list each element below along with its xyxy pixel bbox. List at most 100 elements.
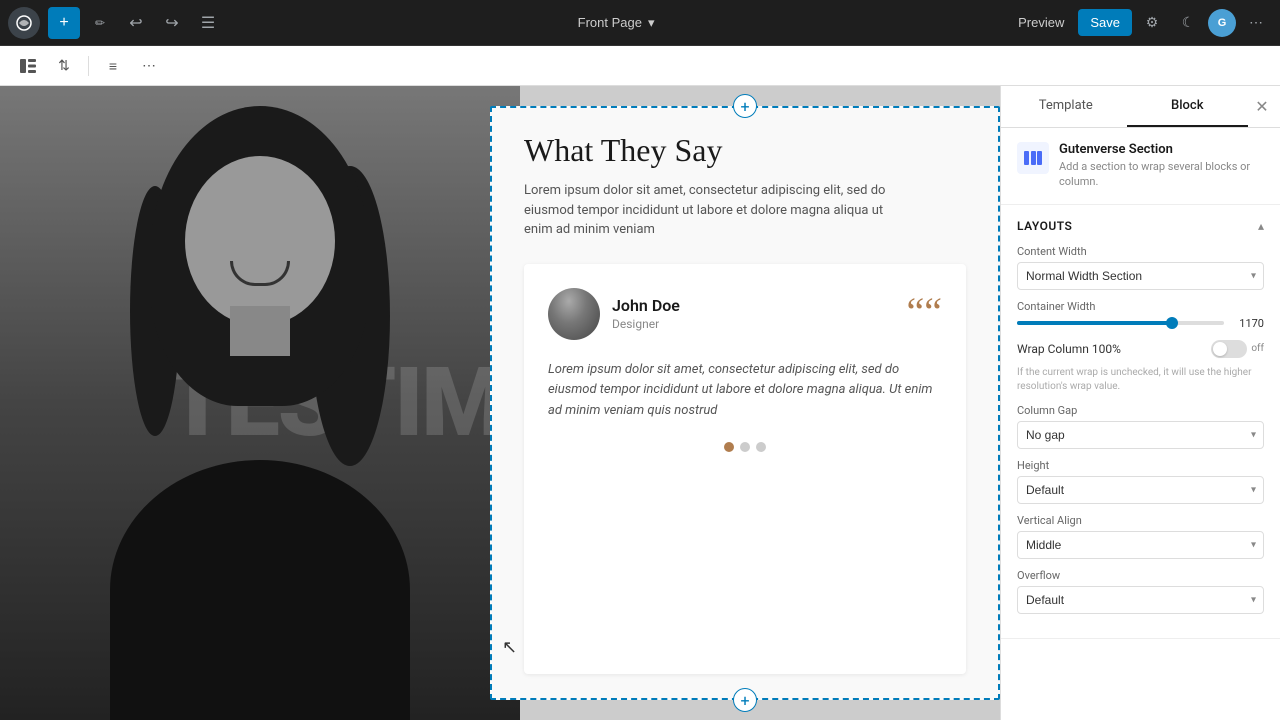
sidebar-icon xyxy=(20,59,36,73)
selected-section-block[interactable]: + What They Say Lorem ipsum dolor sit am… xyxy=(490,106,1000,700)
add-block-bottom-button[interactable]: + xyxy=(733,688,757,712)
vertical-align-select-wrap: Top Middle Bottom ▾ xyxy=(1017,531,1264,559)
plus-icon: + xyxy=(59,14,68,32)
wp-logo[interactable] xyxy=(8,7,40,39)
person-role: Designer xyxy=(612,317,680,331)
undo-icon: ↩ xyxy=(129,13,142,33)
wrap-column-track[interactable] xyxy=(1211,340,1247,358)
wrap-column-toggle[interactable]: off xyxy=(1211,340,1264,358)
top-toolbar: + ✏ ↩ ↪ ☰ Front Page ▾ Preview Save ⚙ ☾ … xyxy=(0,0,1280,46)
wrap-column-knob xyxy=(1213,342,1227,356)
container-width-value: 1170 xyxy=(1232,317,1264,330)
overflow-row: Overflow Default Hidden Visible ▾ xyxy=(1017,569,1264,614)
panel-tabs: Template Block ✕ xyxy=(1001,86,1280,128)
card-header: John Doe Designer ““ xyxy=(548,288,942,340)
block-options-button[interactable]: ⋯ xyxy=(133,50,165,82)
save-button[interactable]: Save xyxy=(1078,9,1132,36)
menu-button[interactable]: ☰ xyxy=(192,7,224,39)
content-width-select-wrap: Normal Width Section Full Width Section … xyxy=(1017,262,1264,290)
edit-icon: ✏ xyxy=(95,16,105,30)
carousel-dot-2[interactable] xyxy=(740,442,750,452)
ellipsis-icon: ⋯ xyxy=(1249,14,1263,31)
align-icon: ≡ xyxy=(109,58,117,74)
layouts-section-title: Layouts xyxy=(1017,219,1072,233)
main-layout: TESTIMONIALS + What They Say Lorem ipsum… xyxy=(0,86,1280,720)
person-silhouette xyxy=(0,86,520,720)
container-width-fill xyxy=(1017,321,1172,325)
layouts-toggle-button[interactable]: ▴ xyxy=(1258,219,1264,233)
container-width-label: Container Width xyxy=(1017,300,1264,313)
wrap-column-row: Wrap Column 100% off xyxy=(1017,340,1264,358)
canvas-area: TESTIMONIALS + What They Say Lorem ipsum… xyxy=(0,86,1000,720)
quote-icon: ““ xyxy=(906,292,942,332)
gear-icon: ⚙ xyxy=(1146,14,1159,31)
carousel-dot-3[interactable] xyxy=(756,442,766,452)
add-block-top-button[interactable]: + xyxy=(733,94,757,118)
page-selector[interactable]: Front Page ▾ xyxy=(578,15,655,31)
redo-button[interactable]: ↪ xyxy=(156,7,188,39)
panel-block-info: Gutenverse Section Add a section to wrap… xyxy=(1001,128,1280,205)
container-width-track xyxy=(1017,321,1224,325)
wrap-column-state: off xyxy=(1251,343,1264,354)
layouts-section: Layouts ▴ Content Width Normal Width Sec… xyxy=(1001,205,1280,639)
panel-body: Gutenverse Section Add a section to wrap… xyxy=(1001,128,1280,720)
block-type-description: Add a section to wrap several blocks or … xyxy=(1059,159,1264,190)
align-text-button[interactable]: ≡ xyxy=(97,50,129,82)
section-subtitle: Lorem ipsum dolor sit amet, consectetur … xyxy=(524,181,904,240)
wrap-column-label: Wrap Column 100% xyxy=(1017,342,1121,356)
redo-icon: ↪ xyxy=(165,13,178,33)
container-width-thumb[interactable] xyxy=(1166,317,1178,329)
vertical-align-select[interactable]: Top Middle Bottom xyxy=(1017,531,1264,559)
testimonial-quote: Lorem ipsum dolor sit amet, consectetur … xyxy=(548,360,942,422)
page-selector-area: Front Page ▾ xyxy=(228,15,1004,31)
edit-button[interactable]: ✏ xyxy=(84,7,116,39)
toggle-sidebar-button[interactable] xyxy=(12,50,44,82)
person-details: John Doe Designer xyxy=(612,296,680,331)
vertical-align-button[interactable]: ⇅ xyxy=(48,50,80,82)
user-avatar-button[interactable]: G xyxy=(1208,9,1236,37)
carousel-dot-1[interactable] xyxy=(724,442,734,452)
overflow-select[interactable]: Default Hidden Visible xyxy=(1017,586,1264,614)
content-width-select[interactable]: Normal Width Section Full Width Section xyxy=(1017,262,1264,290)
options-icon: ⋯ xyxy=(142,57,156,74)
page-title: Front Page xyxy=(578,15,642,30)
toolbar-divider xyxy=(88,56,89,76)
overflow-label: Overflow xyxy=(1017,569,1264,582)
block-type-icon xyxy=(1017,142,1049,174)
tab-template[interactable]: Template xyxy=(1005,86,1127,127)
column-gap-label: Column Gap xyxy=(1017,404,1264,417)
cursor: ↖ xyxy=(502,637,517,658)
carousel-dots xyxy=(548,442,942,452)
person-name: John Doe xyxy=(612,296,680,315)
add-block-button[interactable]: + xyxy=(48,7,80,39)
right-panel: Template Block ✕ Gutenverse Section Add … xyxy=(1000,86,1280,720)
content-width-label: Content Width xyxy=(1017,245,1264,258)
block-content: What They Say Lorem ipsum dolor sit amet… xyxy=(492,108,998,698)
column-gap-select-wrap: No gap Small Medium Large ▾ xyxy=(1017,421,1264,449)
height-select[interactable]: Default Custom xyxy=(1017,476,1264,504)
theme-toggle-button[interactable]: ☾ xyxy=(1172,7,1204,39)
column-gap-select[interactable]: No gap Small Medium Large xyxy=(1017,421,1264,449)
preview-button[interactable]: Preview xyxy=(1008,9,1074,36)
menu-icon: ☰ xyxy=(201,13,215,33)
avatar xyxy=(548,288,600,340)
height-label: Height xyxy=(1017,459,1264,472)
height-select-wrap: Default Custom ▾ xyxy=(1017,476,1264,504)
section-title: What They Say xyxy=(524,132,966,169)
close-panel-button[interactable]: ✕ xyxy=(1248,93,1276,121)
topbar-right-actions: Preview Save ⚙ ☾ G ⋯ xyxy=(1008,7,1272,39)
height-row: Height Default Custom ▾ xyxy=(1017,459,1264,504)
person-info: John Doe Designer xyxy=(548,288,680,340)
block-info-text: Gutenverse Section Add a section to wrap… xyxy=(1059,142,1264,190)
more-options-button[interactable]: ⋯ xyxy=(1240,7,1272,39)
column-gap-row: Column Gap No gap Small Medium Large ▾ xyxy=(1017,404,1264,449)
wrap-column-description: If the current wrap is unchecked, it wil… xyxy=(1017,366,1264,394)
section-block-icon xyxy=(1024,151,1042,165)
moon-icon: ☾ xyxy=(1182,14,1195,31)
testimonial-card: John Doe Designer ““ Lorem ipsum dolor s… xyxy=(524,264,966,675)
settings-button[interactable]: ⚙ xyxy=(1136,7,1168,39)
undo-button[interactable]: ↩ xyxy=(120,7,152,39)
tab-block[interactable]: Block xyxy=(1127,86,1249,127)
layouts-section-header: Layouts ▴ xyxy=(1017,219,1264,233)
container-width-slider-row: 1170 xyxy=(1017,317,1264,330)
